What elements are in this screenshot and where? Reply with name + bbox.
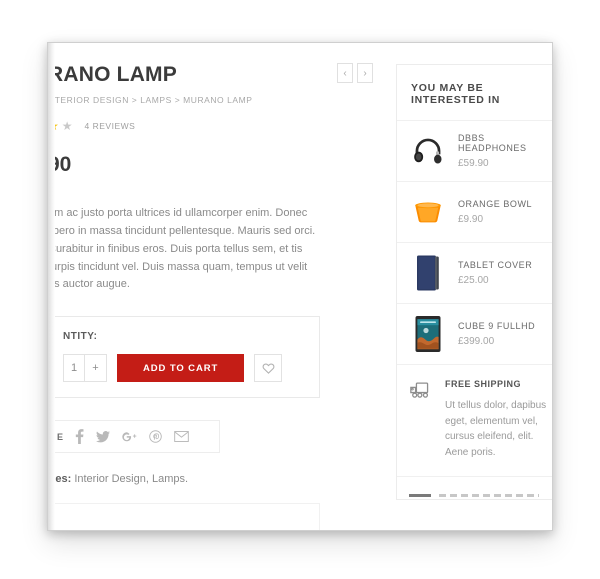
bowl-thumb [409,193,447,231]
product-main-column: RANO LAMP NTERIOR DESIGN > LAMPS > MURAN… [48,43,338,530]
list-item[interactable]: DBBS HEADPHONES £59.90 [397,120,552,181]
cart-controls: 1 + ADD TO CART [63,354,305,383]
product-info: DBBS HEADPHONES £59.90 [458,133,548,169]
related-products-sidebar: YOU MAY BE INTERESTED IN DBBS HEADPHONES… [396,64,552,500]
star-icon-2: ★ [61,119,73,134]
clip-bar-light [439,493,539,497]
bottom-panel [48,503,320,530]
breadcrumb[interactable]: NTERIOR DESIGN > LAMPS > MURANO LAMP [48,95,338,105]
product-name[interactable]: TABLET COVER [458,260,532,270]
add-to-cart-panel: NTITY: 1 + ADD TO CART [48,316,320,399]
feature-body: FREE SHIPPING Ut tellus dolor, dapibus e… [445,379,548,460]
clipped-content-hint [409,491,539,499]
product-price: £9.90 [458,214,484,225]
quantity-increment-button[interactable]: + [85,354,107,383]
reviews-count[interactable]: 4 REVIEWS [85,121,136,131]
product-price: £59.90 [458,158,489,169]
clip-bar-dark [409,493,431,497]
product-categories: ries: Interior Design, Lamps. [48,473,338,485]
categories-value[interactable]: Interior Design, Lamps. [74,473,188,485]
wishlist-heart-icon[interactable] [254,354,283,383]
headphones-thumb [409,132,447,170]
facebook-icon[interactable] [75,429,84,445]
feature-text: Ut tellus dolor, dapibus eget, elementum… [445,400,547,458]
social-share-panel: E [48,420,220,454]
list-item[interactable]: ORANGE BOWL £9.90 [397,181,552,242]
rating-row: ★ ★ 4 REVIEWS [48,119,338,133]
feature-row-clipped [397,476,552,499]
quantity-label: NTITY: [63,331,98,343]
product-info: ORANGE BOWL £9.90 [458,199,532,225]
page-viewport: RANO LAMP NTERIOR DESIGN > LAMPS > MURAN… [48,43,552,530]
pinterest-icon[interactable] [149,430,163,443]
product-name[interactable]: CUBE 9 FULLHD [458,321,535,331]
feature-title: FREE SHIPPING [445,379,522,389]
product-price: £399.00 [458,336,495,347]
twitter-icon[interactable] [96,430,111,443]
product-description: am ac justo porta ultrices id ullamcorpe… [48,207,316,291]
product-price: £25.00 [458,275,489,286]
page-content: RANO LAMP NTERIOR DESIGN > LAMPS > MURAN… [48,43,552,530]
quantity-stepper[interactable]: 1 + [63,354,107,383]
delivery-truck-icon [409,379,435,460]
prev-product-button[interactable]: ‹ [337,63,353,83]
page-title: RANO LAMP [48,63,177,86]
product-name[interactable]: DBBS HEADPHONES [458,133,548,153]
product-price: 90 [48,153,72,177]
list-item[interactable]: TABLET COVER £25.00 [397,242,552,303]
list-item[interactable]: CUBE 9 FULLHD £399.00 [397,303,552,364]
product-info: TABLET COVER £25.00 [458,260,532,286]
email-icon[interactable] [174,431,190,443]
product-navigation: ‹ › [337,63,373,83]
add-to-cart-button[interactable]: ADD TO CART [117,354,245,383]
share-label: E [57,431,64,442]
next-product-button[interactable]: › [357,63,373,83]
tablet-cover-thumb [409,254,447,292]
tablet-thumb [409,315,447,353]
product-name[interactable]: ORANGE BOWL [458,199,532,209]
quantity-value[interactable]: 1 [63,354,85,383]
horizontal-scroll-shadow [48,43,55,530]
browser-window: RANO LAMP NTERIOR DESIGN > LAMPS > MURAN… [47,42,553,531]
googleplus-icon[interactable] [122,431,137,443]
feature-free-shipping: FREE SHIPPING Ut tellus dolor, dapibus e… [397,364,552,476]
sidebar-heading: YOU MAY BE INTERESTED IN [411,82,501,106]
product-info: CUBE 9 FULLHD £399.00 [458,321,535,347]
